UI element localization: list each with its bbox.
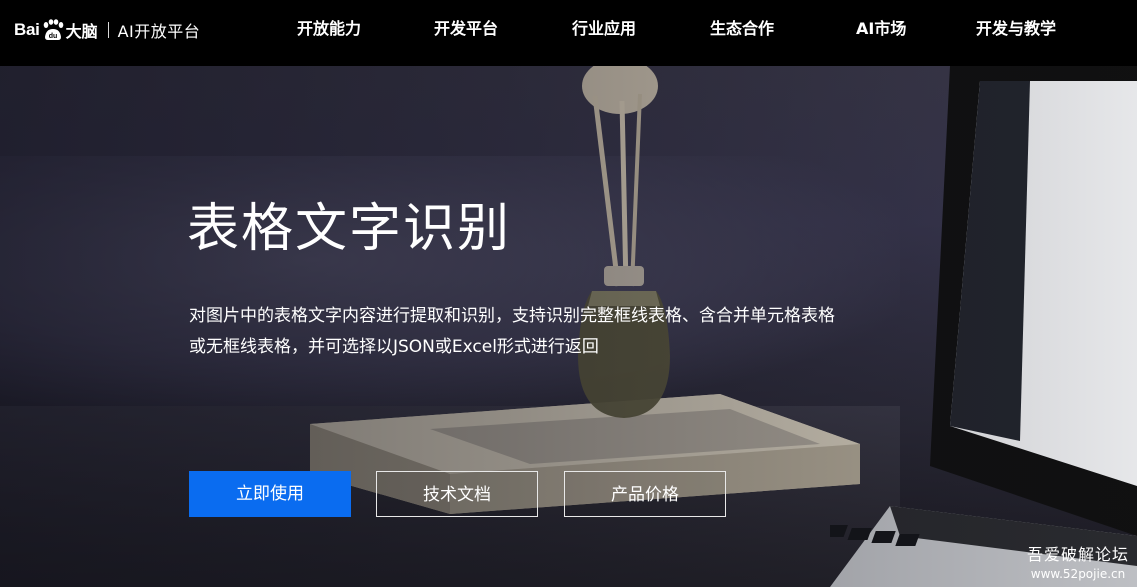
- logo-divider: [107, 22, 109, 38]
- hero-description-line-1: 对图片中的表格文字内容进行提取和识别，支持识别完整框线表格、含合并单元格表格: [189, 306, 835, 326]
- nav-item-industry-apps[interactable]: 行业应用: [572, 17, 636, 41]
- nav-item-dev-teaching[interactable]: 开发与教学: [976, 17, 1056, 41]
- watermark-title: 吾爱破解论坛: [1026, 545, 1129, 564]
- hero-title: 表格文字识别: [187, 199, 512, 259]
- nav-item-ai-market[interactable]: AI市场: [856, 17, 906, 41]
- use-now-button[interactable]: 立即使用: [189, 471, 351, 517]
- nav-item-ecosystem[interactable]: 生态合作: [710, 17, 774, 41]
- page: Bai du 大脑 AI开放平台 开放能力 开发平台 行业应用 生态合作 AI市…: [0, 0, 1137, 587]
- watermark-url: www.52pojie.cn: [1030, 567, 1126, 581]
- watermark: 吾爱破解论坛 www.52pojie.cn: [1027, 541, 1129, 581]
- top-nav: Bai du 大脑 AI开放平台 开放能力 开发平台 行业应用 生态合作 AI市…: [0, 0, 1137, 66]
- tech-docs-button[interactable]: 技术文档: [376, 471, 538, 517]
- logo-dunao-text: 大脑: [65, 22, 98, 41]
- nav-item-open-capabilities[interactable]: 开放能力: [297, 17, 361, 41]
- nav-item-dev-platform[interactable]: 开发平台: [434, 17, 498, 41]
- logo-bai-text: Bai: [14, 20, 40, 39]
- baidu-ai-logo[interactable]: Bai du 大脑 AI开放平台: [14, 17, 200, 43]
- baidu-paw-icon: du: [41, 19, 65, 41]
- logo-platform-text: AI开放平台: [117, 22, 201, 41]
- hero-description: 对图片中的表格文字内容进行提取和识别，支持识别完整框线表格、含合并单元格表格 或…: [189, 301, 969, 363]
- product-price-button[interactable]: 产品价格: [564, 471, 726, 517]
- logo-du-text: du: [48, 33, 57, 40]
- hero-banner: 表格文字识别 对图片中的表格文字内容进行提取和识别，支持识别完整框线表格、含合并…: [0, 66, 1137, 587]
- hero-description-line-2: 或无框线表格，并可选择以JSON或Excel形式进行返回: [189, 337, 599, 357]
